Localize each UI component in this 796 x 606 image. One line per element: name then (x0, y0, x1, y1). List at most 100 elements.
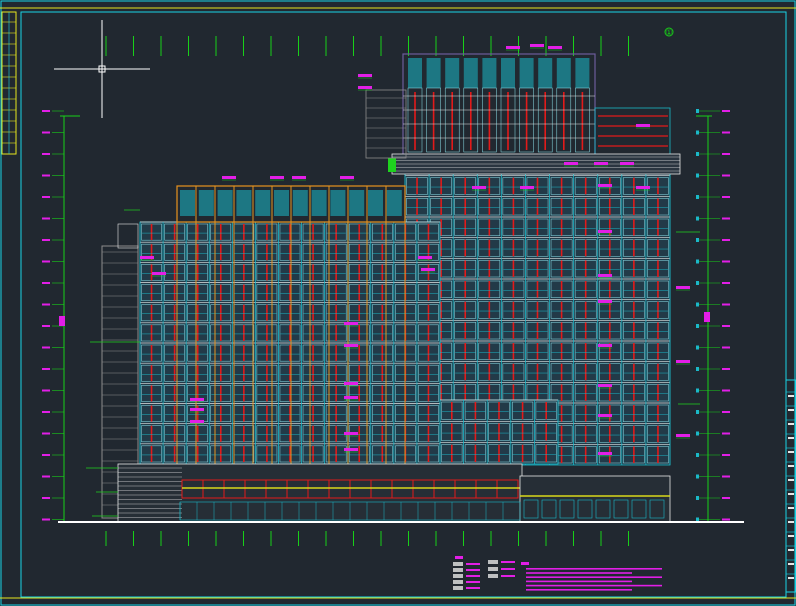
annotation-tag (190, 398, 204, 401)
level-label-right (722, 260, 730, 263)
left-crown-screen (274, 190, 289, 216)
crown-screen-panel (538, 58, 553, 88)
legend-swatch (453, 562, 463, 566)
annotation-tag (418, 256, 432, 259)
level-marker-right (696, 238, 699, 242)
right-titleblock-text (788, 577, 794, 579)
level-label-right (722, 346, 730, 349)
level-label-left (42, 497, 50, 499)
annotation-tag (344, 322, 358, 325)
level-marker-right (696, 367, 699, 371)
level-label-right (722, 497, 730, 499)
annotation-tag (344, 396, 358, 399)
left-crown-screen (180, 190, 195, 216)
level-marker-right (696, 216, 699, 221)
notes-line (526, 580, 632, 583)
legend-text (466, 563, 480, 565)
level-marker-right (696, 324, 699, 328)
level-marker-right (696, 474, 699, 479)
legend-text (466, 587, 480, 589)
level-marker-right (696, 109, 699, 113)
crown-screen-panel (463, 58, 478, 88)
level-label-left (42, 303, 50, 306)
level-label-left (42, 153, 50, 155)
podium-right (519, 475, 671, 523)
level-marker-right (696, 130, 699, 135)
crown-screen-panel (556, 58, 571, 88)
cad-elevation-canvas[interactable]: ① (0, 0, 796, 606)
level-label-right (722, 174, 730, 177)
annotation-tag (620, 162, 634, 165)
level-marker-right (696, 195, 699, 199)
annotation-tag (594, 162, 608, 165)
level-label-right (722, 411, 730, 413)
crown-screen-panel (408, 58, 422, 88)
level-marker-right (696, 453, 699, 457)
mid-lower-facade (439, 399, 559, 465)
level-label-left (42, 174, 50, 177)
annotation-tag (598, 184, 612, 187)
annotation-tag (598, 384, 612, 387)
left-block-facade (139, 221, 441, 465)
notes-line (526, 576, 662, 578)
level-label-right (722, 282, 730, 284)
crown-screen-panel (575, 58, 590, 88)
left-crown-screen (217, 190, 233, 216)
notes-line (526, 589, 632, 591)
left-crown-screen (368, 190, 383, 216)
level-label-right (722, 217, 730, 220)
right-titleblock-text (788, 521, 794, 523)
level-marker-right (696, 410, 699, 414)
annotation-tag (152, 272, 166, 275)
right-titleblock-text (788, 409, 794, 411)
crown-screen-panel (501, 58, 515, 88)
right-titleblock-text (788, 507, 794, 509)
annotation-tag (598, 230, 612, 233)
level-label-right (722, 475, 730, 478)
left-crown-screen (311, 190, 327, 216)
annotation-tag (358, 74, 372, 77)
level-label-right (722, 131, 730, 134)
annotation-tag (598, 300, 612, 303)
annotation-tag (140, 256, 154, 259)
annotation-tag (598, 344, 612, 347)
level-marker-right (696, 281, 699, 285)
left-crown-screen (198, 190, 214, 216)
notes-line (526, 568, 662, 570)
right-titleblock-text (788, 423, 794, 425)
level-label-left (42, 346, 50, 349)
legend-swatch (453, 568, 463, 572)
level-label-left (42, 131, 50, 134)
legend-text (501, 575, 515, 577)
level-label-right (722, 454, 730, 456)
right-titleblock-text (788, 535, 794, 537)
level-label-right (722, 389, 730, 392)
legend-swatch (453, 586, 463, 590)
level-label-left (42, 368, 50, 370)
annotation-tag (598, 414, 612, 417)
level-label-right (722, 196, 730, 198)
legend-text (501, 561, 515, 563)
legend-text (466, 569, 480, 571)
annotation-tag (676, 434, 690, 437)
annotation-tag (564, 162, 578, 165)
annotation-tag (358, 86, 372, 89)
annotation-tag (270, 176, 284, 179)
right-titleblock-text (788, 549, 794, 551)
level-label-right (722, 303, 730, 306)
level-label-right (722, 153, 730, 155)
annotation-tag (292, 176, 306, 179)
annotation-tag (472, 186, 486, 189)
annotation-tag (190, 408, 204, 411)
level-label-right (722, 518, 730, 521)
right-total-dim-label (704, 312, 710, 322)
annotation-tag (598, 274, 612, 277)
level-label-right (722, 325, 730, 327)
level-marker-right (696, 302, 699, 307)
crown-screen-panel (445, 58, 460, 88)
green-tag (388, 158, 396, 172)
annotation-tag (520, 186, 534, 189)
level-marker-right (696, 388, 699, 393)
legend-text (466, 575, 480, 577)
level-marker-right (696, 345, 699, 350)
